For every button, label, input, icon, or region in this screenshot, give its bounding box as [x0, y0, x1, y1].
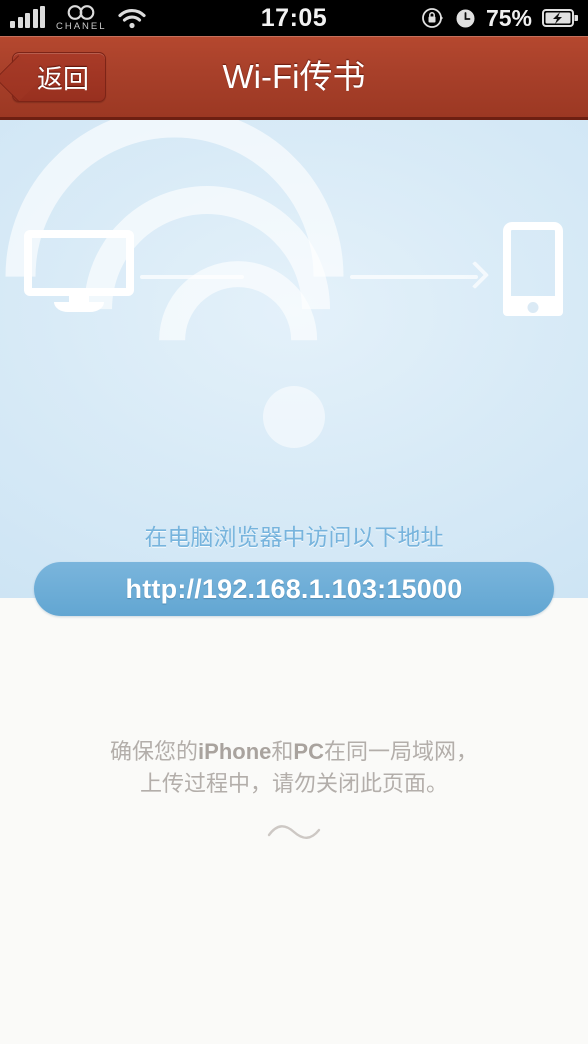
- instruction-line-2: 上传过程中，请勿关闭此页面。: [139, 771, 448, 796]
- status-bar: CHANEL 17:05 75%: [0, 0, 588, 36]
- smartphone-icon: [503, 222, 563, 316]
- note-mid: 和: [271, 739, 294, 764]
- instruction-note: 确保您的iPhone和PC在同一局域网， 上传过程中，请勿关闭此页面。: [0, 736, 588, 800]
- battery-charging-icon: [542, 9, 578, 27]
- note-bold-iphone: iPhone: [198, 739, 272, 764]
- server-url-button[interactable]: http://192.168.1.103:15000: [34, 562, 554, 616]
- phone-home-button: [527, 302, 539, 313]
- note-bold-pc: PC: [293, 739, 324, 764]
- app-screen: CHANEL 17:05 75% 返回 Wi-Fi传书 在电脑浏览器中访问以下地…: [0, 0, 588, 1044]
- status-bar-right: 75%: [421, 0, 578, 36]
- wave-flourish-icon: [0, 822, 588, 862]
- wifi-waves-icon: [0, 120, 444, 516]
- note-prefix: 确保您的: [110, 739, 199, 764]
- instruction-line-1: 确保您的iPhone和PC在同一局域网，: [0, 736, 588, 768]
- arrow-right-icon: [350, 275, 478, 279]
- rotation-lock-icon: [422, 8, 443, 28]
- hero-panel: 在电脑浏览器中访问以下地址: [0, 120, 588, 598]
- back-button-label: 返回: [37, 63, 90, 94]
- note-suffix: 在同一局域网，: [323, 739, 478, 764]
- server-url-label: http://192.168.1.103:15000: [125, 573, 463, 604]
- battery-percent-label: 75%: [485, 4, 532, 31]
- alarm-clock-icon: [456, 9, 475, 27]
- address-hint-label: 在电脑浏览器中访问以下地址: [144, 524, 444, 550]
- wifi-transfer-illustration: [0, 120, 588, 516]
- navigation-bar: 返回 Wi-Fi传书: [0, 36, 588, 120]
- wifi-center-dot: [263, 386, 325, 448]
- arrow-head-icon: [460, 260, 490, 290]
